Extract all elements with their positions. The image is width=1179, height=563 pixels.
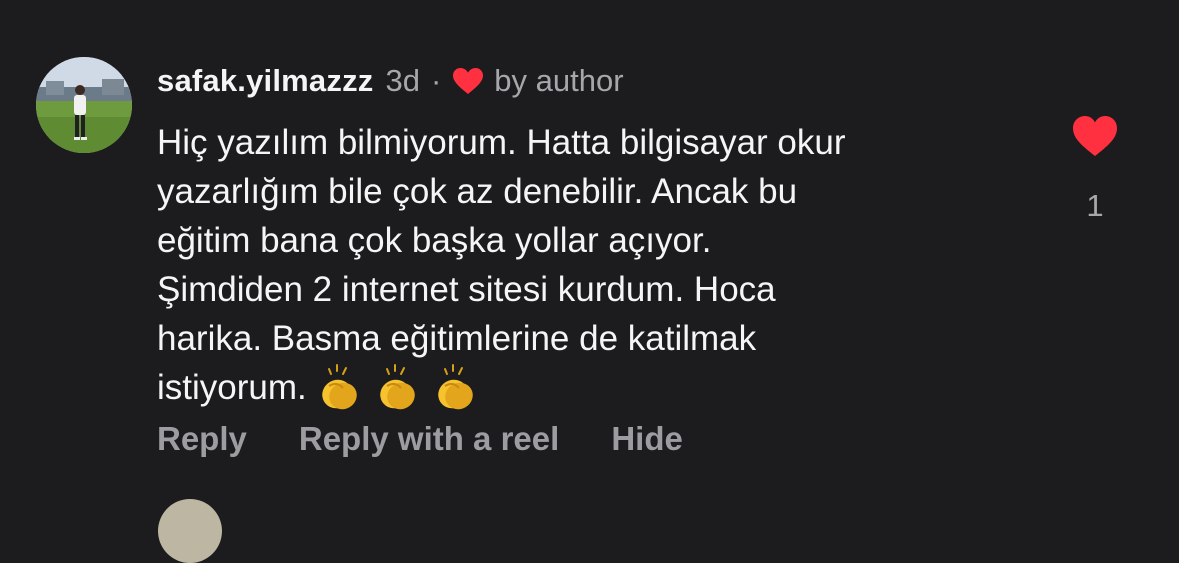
heart-icon [452, 67, 484, 95]
like-count: 1 [1086, 188, 1104, 223]
reply-with-reel-button[interactable]: Reply with a reel [299, 420, 559, 458]
comment-content: safak.yilmazzz 3d · by author Hiç yazılı… [157, 58, 1037, 413]
comment-actions: Reply Reply with a reel Hide [157, 420, 735, 458]
avatar-photo [36, 57, 132, 153]
hide-button[interactable]: Hide [611, 420, 683, 458]
avatar[interactable] [36, 57, 132, 153]
like-heart-icon[interactable] [1071, 114, 1119, 158]
comment-text: Hiç yazılım bilmiyorum. Hatta bilgisayar… [157, 118, 1037, 413]
clapping-hands-icon [371, 363, 423, 413]
reply-button[interactable]: Reply [157, 420, 247, 458]
separator-dot: · [430, 63, 442, 98]
comment-text-body: Hiç yazılım bilmiyorum. Hatta bilgisayar… [157, 123, 846, 407]
like-section: 1 [1066, 114, 1124, 224]
comment-time: 3d [385, 63, 420, 98]
clapping-hands-icon [313, 363, 365, 413]
username[interactable]: safak.yilmazzz [157, 63, 373, 99]
comment-meta: safak.yilmazzz 3d · by author [157, 58, 1037, 104]
next-comment-avatar[interactable] [158, 499, 222, 563]
clapping-hands-icon [429, 363, 481, 413]
comment: safak.yilmazzz 3d · by author Hiç yazılı… [0, 0, 1179, 563]
by-author-label: by author [494, 63, 624, 98]
